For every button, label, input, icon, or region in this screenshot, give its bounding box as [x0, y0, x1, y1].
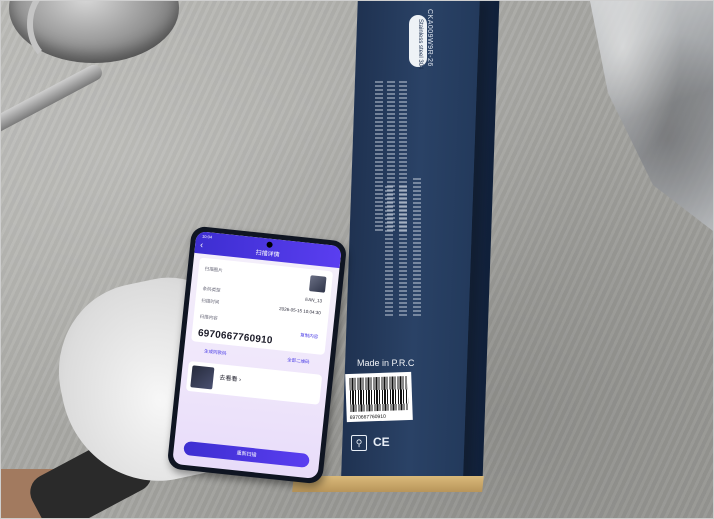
box-barcode: 6970667760910 — [345, 371, 413, 423]
copy-content-link[interactable]: 复制内容 — [300, 332, 318, 340]
box-model-code: CKA009W9R-26 — [426, 9, 433, 67]
scan-detail-card: 扫描图片 条码类型 EAN_13 扫描时间 2026-05-15 10:04:3… — [191, 257, 334, 356]
barcode-type-value: EAN_13 — [305, 296, 323, 304]
phone-screen: 10:04 ‹ 扫描详情 扫描图片 条码类型 EAN_13 扫描时间 2026-… — [172, 231, 342, 479]
product-image — [190, 365, 215, 390]
scanned-barcode-value: 6970667760910 — [197, 327, 274, 347]
scan-time-label: 扫描时间 — [201, 297, 220, 305]
scan-time-value: 2026-05-15 10:04:30 — [278, 306, 322, 316]
scan-image-label: 扫描图片 — [204, 266, 223, 273]
barcode-digits: 6970667760910 — [349, 413, 386, 422]
rescan-button[interactable]: 重新扫描 — [183, 440, 310, 468]
box-bottom-edge — [292, 476, 484, 492]
scan-thumbnail[interactable] — [308, 275, 327, 293]
product-photo: CKA009W9R-26 Stainless steel 304 Made in… — [0, 0, 714, 519]
product-name: 去看看 › — [219, 375, 242, 384]
scan-content-label: 扫描内容 — [199, 313, 218, 321]
barcode-bars — [349, 376, 409, 413]
box-feature-text-6 — [385, 186, 393, 316]
material-badge-text: Stainless steel 304 — [417, 19, 423, 70]
box-feature-text-4 — [413, 176, 421, 316]
made-in-label: Made in P.R.C — [357, 358, 415, 368]
generate-code-link[interactable]: 生成同款码 — [204, 348, 227, 356]
all-codes-link[interactable]: 全部二维码 — [287, 357, 310, 365]
box-feature-text-5 — [399, 186, 407, 316]
smartphone: 10:04 ‹ 扫描详情 扫描图片 条码类型 EAN_13 扫描时间 2026-… — [166, 225, 348, 485]
status-time: 10:04 — [201, 233, 213, 240]
box-feature-text-3 — [375, 81, 383, 231]
ce-mark: CE — [373, 435, 390, 449]
barcode-type-label: 条码类型 — [202, 285, 221, 293]
material-badge: Stainless steel 304 — [409, 15, 427, 70]
food-safe-icon: ⚲ — [351, 435, 367, 451]
